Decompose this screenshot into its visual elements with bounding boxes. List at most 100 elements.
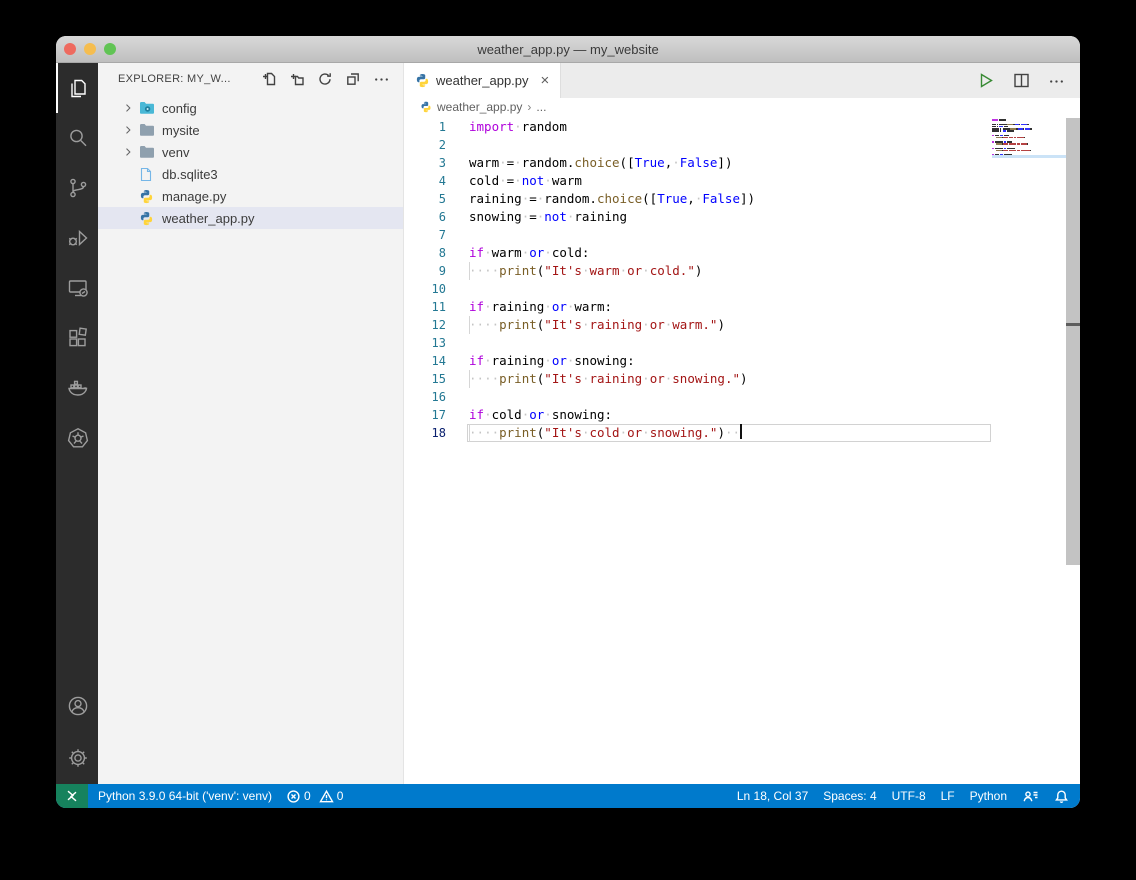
tree-item-venv[interactable]: venv [98,141,403,163]
line-number[interactable]: 3 [404,154,446,172]
tree-item-db.sqlite3[interactable]: db.sqlite3 [98,163,403,185]
minimap[interactable] [992,118,1066,158]
vertical-scrollbar[interactable] [1066,118,1080,565]
code-area[interactable]: 1import·random23warm·=·random.choice([Tr… [404,116,1080,784]
new-folder-button[interactable] [287,69,307,89]
error-icon [286,789,301,804]
title-bar[interactable]: weather_app.py — my_website [56,36,1080,63]
minimize-window-button[interactable] [84,43,96,55]
line-number[interactable]: 17 [404,406,446,424]
line-number[interactable]: 11 [404,298,446,316]
code-line[interactable]: 15····print("It's·raining·or·snowing.") [404,370,1080,388]
line-number[interactable]: 1 [404,118,446,136]
refresh-explorer-button[interactable] [315,69,335,89]
chevron-right-icon [122,144,139,160]
activity-bar-item-explorer[interactable] [56,63,98,113]
line-number[interactable]: 16 [404,388,446,406]
explorer-more-actions-button[interactable] [371,69,391,89]
code-line[interactable]: 16 [404,388,1080,406]
code-line[interactable]: 8if·warm·or·cold: [404,244,1080,262]
breadcrumb-separator: › [527,100,531,114]
code-line[interactable]: 3warm·=·random.choice([True,·False]) [404,154,1080,172]
eol-status[interactable]: LF [941,789,955,803]
code-line[interactable]: 5raining·=·random.choice([True,·False]) [404,190,1080,208]
line-number[interactable]: 12 [404,316,446,334]
error-count: 0 [304,789,311,803]
activity-bar-item-extensions[interactable] [56,313,98,363]
breadcrumb-symbols[interactable]: ... [536,100,546,114]
collapse-folders-icon [345,71,361,87]
tree-item-config[interactable]: config [98,97,403,119]
code-line[interactable]: 17if·cold·or·snowing: [404,406,1080,424]
tree-item-label: mysite [162,123,200,138]
split-editor-button[interactable] [1012,71,1031,90]
code-line-content [446,388,469,406]
line-number[interactable]: 8 [404,244,446,262]
indent-guide [469,370,470,388]
tree-item-weather_app.py[interactable]: weather_app.py [98,207,403,229]
zoom-window-button[interactable] [104,43,116,55]
line-number[interactable]: 5 [404,190,446,208]
docker-icon [66,376,90,400]
cursor-position-status[interactable]: Ln 18, Col 37 [737,789,808,803]
code-line-content: ····print("It's·raining·or·warm.") [446,316,725,334]
line-number[interactable]: 7 [404,226,446,244]
encoding-status[interactable]: UTF-8 [892,789,926,803]
problems-status[interactable]: 0 0 [286,789,343,804]
activity-bar-item-account[interactable] [56,680,98,732]
language-mode-status[interactable]: Python [970,789,1007,803]
code-line[interactable]: 10 [404,280,1080,298]
collapse-folders-button[interactable] [343,69,363,89]
debug-icon [66,226,90,250]
window-title: weather_app.py — my_website [477,42,658,57]
activity-bar-item-kubernetes[interactable] [56,413,98,463]
line-number[interactable]: 2 [404,136,446,154]
code-line[interactable]: 14if·raining·or·snowing: [404,352,1080,370]
activity-bar-item-source-control[interactable] [56,163,98,213]
code-line[interactable]: 6snowing·=·not·raining [404,208,1080,226]
indentation-status[interactable]: Spaces: 4 [823,789,876,803]
line-number[interactable]: 6 [404,208,446,226]
python-interpreter-status[interactable]: Python 3.9.0 64-bit ('venv': venv) [98,789,272,803]
activity-bar-item-run-debug[interactable] [56,213,98,263]
notifications-bell-button[interactable] [1054,789,1069,804]
code-line[interactable]: 1import·random [404,118,1080,136]
activity-bar-item-settings[interactable] [56,732,98,784]
code-line[interactable]: 7 [404,226,1080,244]
tab-close-button[interactable]: × [541,73,550,88]
editor-more-actions-button[interactable] [1048,73,1065,89]
tree-item-manage.py[interactable]: manage.py [98,185,403,207]
line-number[interactable]: 14 [404,352,446,370]
source-control-icon [66,176,90,200]
remote-indicator[interactable] [56,784,88,808]
code-line[interactable]: 11if·raining·or·warm: [404,298,1080,316]
explorer-header: EXPLORER: MY_W... [98,63,403,95]
line-number[interactable]: 9 [404,262,446,280]
code-line[interactable]: 18····print("It's·cold·or·snowing.")·· [404,424,1080,442]
code-line[interactable]: 13 [404,334,1080,352]
breadcrumb[interactable]: weather_app.py › ... [404,98,1080,116]
files-icon [66,76,90,100]
code-line[interactable]: 12····print("It's·raining·or·warm.") [404,316,1080,334]
line-number[interactable]: 4 [404,172,446,190]
code-line[interactable]: 4cold·=·not·warm [404,172,1080,190]
run-python-file-button[interactable] [976,71,995,90]
code-line-content: import·random [446,118,567,136]
activity-bar-item-remote-explorer[interactable] [56,263,98,313]
close-window-button[interactable] [64,43,76,55]
line-number[interactable]: 15 [404,370,446,388]
new-file-button[interactable] [259,69,279,89]
line-number[interactable]: 18 [404,424,446,442]
activity-bar-item-docker[interactable] [56,363,98,413]
line-number[interactable]: 13 [404,334,446,352]
code-line[interactable]: 9····print("It's·warm·or·cold.") [404,262,1080,280]
tree-item-mysite[interactable]: mysite [98,119,403,141]
tab-weather-app[interactable]: weather_app.py × [404,63,561,98]
feedback-button[interactable] [1022,789,1039,804]
file-tree: config mysite venvdb.sqlite3manage.pyweath… [98,97,403,229]
line-number[interactable]: 10 [404,280,446,298]
breadcrumb-file[interactable]: weather_app.py [437,100,522,114]
code-line[interactable]: 2 [404,136,1080,154]
code-line-content: cold·=·not·warm [446,172,582,190]
activity-bar-item-search[interactable] [56,113,98,163]
